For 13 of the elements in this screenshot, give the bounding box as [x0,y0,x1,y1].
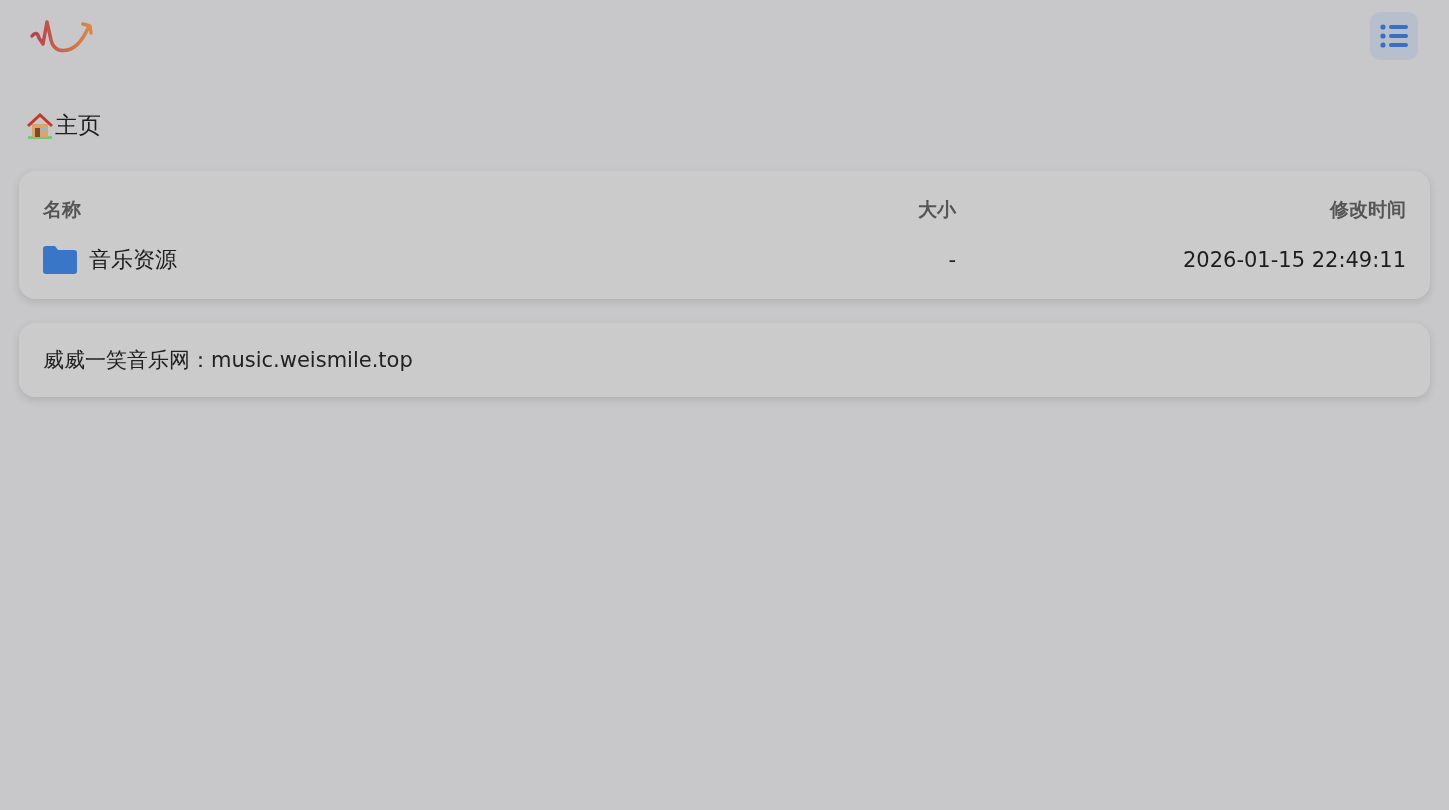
file-name-link[interactable]: 音乐资源 [89,245,177,275]
column-header: 大小 [917,197,956,222]
footer-note: 威威一笑音乐网：music.weismile.top [43,348,413,372]
folder-icon [43,246,77,274]
column-header: 名称 [43,197,82,222]
column-header: 修改时间 [1328,197,1406,222]
house-icon [27,112,53,139]
modified-cell-text: 2026-01-15 22:49:11 [1181,248,1406,272]
size-cell-text: - [947,248,956,272]
list-icon [1380,24,1408,48]
site-link[interactable]: music.weismile.top [211,348,413,372]
menu-button[interactable] [1370,12,1418,60]
breadcrumb-link[interactable]: 主页 [55,110,101,141]
